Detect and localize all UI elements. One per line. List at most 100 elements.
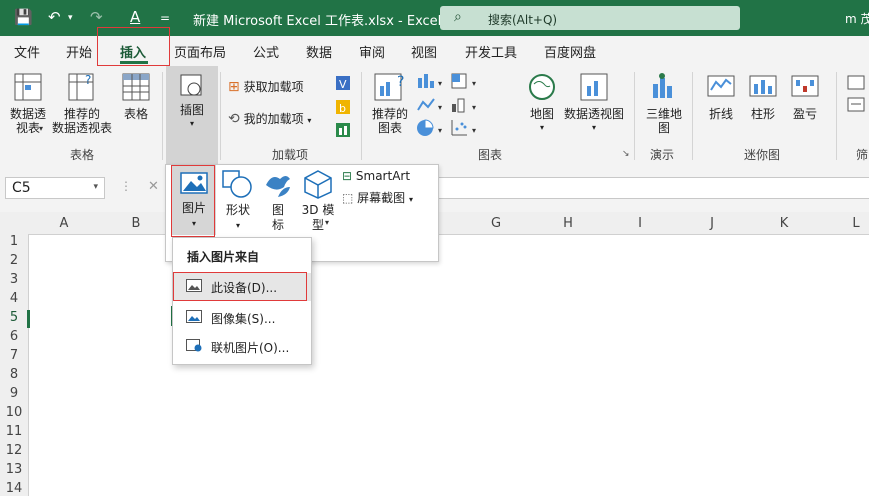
tab-page-layout[interactable]: 页面布局 [174, 42, 226, 61]
sparkline-line-label: 折线 [708, 107, 733, 121]
tab-home[interactable]: 开始 [66, 42, 92, 61]
visio-icon[interactable]: V [334, 74, 352, 92]
sparkline-line-button[interactable]: 折线 [700, 72, 742, 121]
get-addins-label: 获取加载项 [243, 80, 304, 94]
column-header[interactable]: A [28, 216, 100, 231]
row-header[interactable]: 11 [0, 424, 28, 439]
divider [634, 72, 635, 160]
sparkline-winloss-button[interactable]: 盈亏 [784, 72, 826, 121]
search-box[interactable]: ⌕ 搜索(Alt+Q) [440, 6, 740, 30]
cube-icon [304, 170, 332, 199]
active-row-indicator [27, 310, 30, 328]
column-header[interactable]: H [532, 216, 604, 231]
shapes-button[interactable]: 形状 ▾ [218, 169, 258, 233]
row-header[interactable]: 10 [0, 405, 28, 420]
tab-review[interactable]: 审阅 [359, 42, 385, 61]
row-header[interactable]: 2 [0, 253, 28, 268]
undo-dropdown-icon[interactable]: ▾ [68, 13, 73, 23]
pivot-chart-button[interactable]: 数据透视图 ▾ [562, 72, 626, 135]
column-chart-icon[interactable]: ▾ [416, 72, 446, 90]
pivot-table-button[interactable]: 数据透 视表 [6, 72, 50, 135]
smartart-button[interactable]: ⊟ SmartArt [342, 169, 434, 184]
slicer-icon[interactable] [846, 74, 866, 92]
row-header[interactable]: 7 [0, 348, 28, 363]
menu-item-stock-images[interactable]: 图像集(S)... [173, 304, 311, 332]
3d-map-label: 三维地 图 [645, 107, 682, 135]
recommended-pivot-icon: ? [68, 73, 94, 101]
svg-text:▾: ▾ [472, 103, 476, 112]
row-header[interactable]: 5 [0, 310, 28, 325]
this-device-highlight [173, 272, 307, 301]
timeline-icon[interactable] [846, 96, 866, 114]
tab-view[interactable]: 视图 [411, 42, 437, 61]
row-header[interactable]: 3 [0, 272, 28, 287]
chevron-down-icon: ▾ [189, 119, 194, 128]
3d-models-button[interactable]: 3D 模 型 [298, 169, 338, 233]
save-icon[interactable]: 💾 [14, 8, 33, 26]
my-addins-button[interactable]: ⟲ 我的加载项 ▾ [228, 112, 338, 128]
undo-icon[interactable]: ↶ [48, 8, 61, 26]
svg-text:▾: ▾ [472, 79, 476, 88]
illustrations-button[interactable]: 插图 ▾ [166, 66, 218, 164]
line-chart-icon[interactable]: ▾ [416, 96, 446, 114]
tab-developer[interactable]: 开发工具 [465, 42, 517, 61]
column-header[interactable]: B [100, 216, 172, 231]
smartart-icon: ⊟ [342, 169, 353, 183]
name-box[interactable]: C5 ▾ [5, 177, 105, 199]
hierarchy-chart-icon[interactable]: ▾ [450, 72, 480, 90]
maps-label: 地图 [529, 107, 554, 121]
row-headers: 1 2 3 4 5 6 7 8 9 10 11 12 13 14 [0, 234, 29, 496]
row-header[interactable]: 13 [0, 462, 28, 477]
svg-text:?: ? [85, 73, 91, 87]
maps-button[interactable]: 地图 ▾ [522, 72, 562, 135]
tab-formulas[interactable]: 公式 [253, 42, 279, 61]
font-color-icon[interactable]: A [130, 8, 140, 26]
recommended-pivot-button[interactable]: ? 推荐的 数据透视表 [50, 72, 114, 135]
column-header[interactable]: L [820, 216, 869, 231]
get-addins-button[interactable]: ⊞ 获取加载项 [228, 80, 323, 94]
customize-toolbar-icon[interactable]: = [160, 11, 170, 25]
tab-data[interactable]: 数据 [306, 42, 332, 61]
icons-label: 图 标 [271, 203, 284, 232]
row-header[interactable]: 1 [0, 234, 28, 249]
row-header[interactable]: 9 [0, 386, 28, 401]
more-icon: ⋮ [120, 179, 132, 193]
row-header[interactable]: 8 [0, 367, 28, 382]
tab-baidu-netdisk[interactable]: 百度网盘 [544, 42, 596, 61]
3d-models-label: 3D 模 型 [301, 203, 335, 232]
recommended-pivot-label: 推荐的 数据透视表 [51, 107, 112, 135]
group-addins: 加载项 [272, 148, 309, 162]
dialog-launcher-icon[interactable]: ↘ [622, 149, 630, 159]
sparkline-column-button[interactable]: 柱形 [742, 72, 784, 121]
smartart-label: SmartArt [355, 169, 411, 183]
recommended-charts-button[interactable]: ? 推荐的 图表 [368, 72, 412, 135]
3d-map-button[interactable]: 三维地 图 [640, 72, 688, 135]
column-header[interactable]: G [460, 216, 532, 231]
row-header[interactable]: 6 [0, 329, 28, 344]
chevron-down-icon: ▾ [409, 195, 414, 204]
people-graph-icon[interactable] [334, 121, 352, 139]
cancel-icon[interactable]: ✕ [148, 179, 159, 194]
column-header[interactable]: J [676, 216, 748, 231]
user-name[interactable]: m 茂 [845, 10, 869, 27]
redo-icon[interactable]: ↷ [90, 8, 103, 26]
tab-file[interactable]: 文件 [14, 42, 40, 61]
row-header[interactable]: 4 [0, 291, 28, 306]
icons-button[interactable]: 图 标 [260, 169, 296, 233]
search-placeholder: 搜索(Alt+Q) [488, 13, 558, 27]
table-button[interactable]: 表格 [118, 72, 154, 121]
menu-item-online-pictures[interactable]: 联机图片(O)... [173, 333, 311, 361]
bing-icon[interactable]: b [334, 98, 352, 116]
recommended-charts-label: 推荐的 图表 [371, 107, 408, 135]
column-header[interactable]: K [748, 216, 820, 231]
screenshot-button[interactable]: ⬚ 屏幕截图 ▾ [342, 191, 436, 207]
column-header[interactable]: I [604, 216, 676, 231]
row-header[interactable]: 12 [0, 443, 28, 458]
pivot-chart-icon [580, 73, 608, 101]
menu-header: 插入图片来自 [187, 250, 260, 264]
scatter-chart-icon[interactable]: ▾ [450, 118, 480, 138]
statistic-chart-icon[interactable]: ▾ [450, 96, 480, 114]
row-header[interactable]: 14 [0, 481, 28, 496]
group-filters: 筛 [856, 148, 869, 162]
pie-chart-icon[interactable]: ▾ [416, 118, 446, 138]
